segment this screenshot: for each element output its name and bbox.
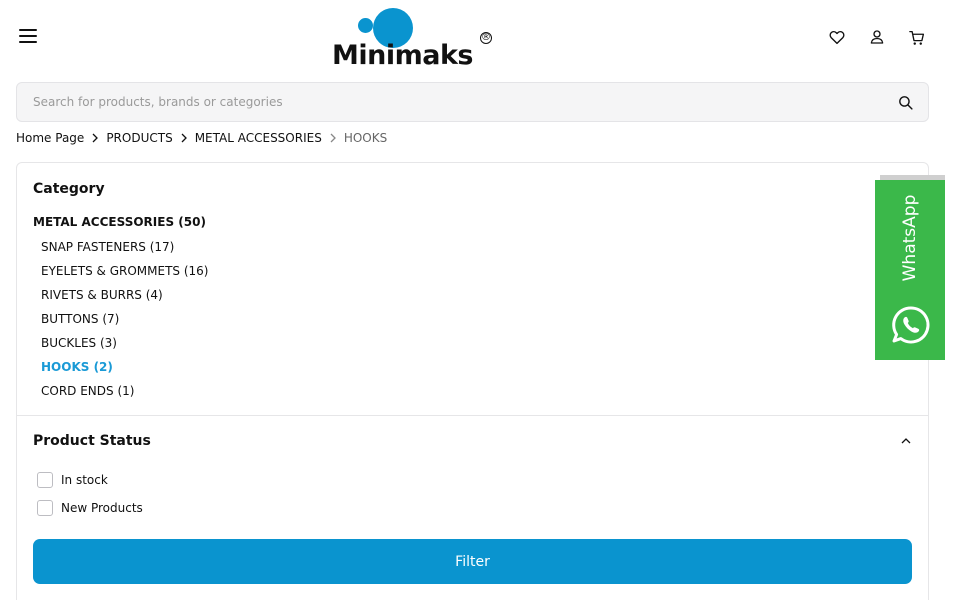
filter-button[interactable]: Filter [33,539,912,584]
brand-logo[interactable]: Minimaks ® [332,6,502,71]
category-item-active[interactable]: HOOKS (2) [41,359,208,383]
category-item[interactable]: RIVETS & BURRS (4) [41,287,208,311]
category-parent-link[interactable]: METAL ACCESSORIES (50) [33,215,206,229]
whatsapp-label: WhatsApp [900,194,920,282]
category-list: SNAP FASTENERS (17) EYELETS & GROMMETS (… [41,239,208,407]
filter-panel: Category METAL ACCESSORIES (50) SNAP FAS… [16,162,929,600]
category-item[interactable]: BUCKLES (3) [41,335,208,359]
category-item[interactable]: CORD ENDS (1) [41,383,208,407]
category-item[interactable]: BUTTONS (7) [41,311,208,335]
registered-mark: ® [480,32,492,44]
category-item[interactable]: EYELETS & GROMMETS (16) [41,263,208,287]
checkbox-label: New Products [61,501,143,515]
in-stock-checkbox[interactable]: In stock [37,471,108,489]
breadcrumb-current: HOOKS [343,131,388,145]
hamburger-menu-icon[interactable] [18,26,40,46]
user-icon[interactable] [868,28,886,46]
search-icon[interactable] [897,94,914,111]
chevron-right-icon [92,133,99,143]
search-input[interactable] [33,83,883,121]
chevron-right-icon [181,133,187,143]
checkbox-box[interactable] [37,500,53,516]
category-item[interactable]: SNAP FASTENERS (17) [41,239,208,263]
cart-icon[interactable] [908,29,926,47]
chevron-up-icon[interactable] [900,435,912,447]
section-divider [17,415,928,416]
brand-name: Minimaks [332,40,473,71]
whatsapp-icon [892,306,930,344]
product-status-title: Product Status [33,433,151,449]
heart-icon[interactable] [828,28,846,46]
search-bar [16,82,929,122]
breadcrumb-metal-accessories[interactable]: METAL ACCESSORIES [195,131,322,145]
chevron-right-icon [330,133,336,143]
category-title: Category [33,181,105,197]
site-header: Minimaks ® [0,0,960,78]
checkbox-label: In stock [61,473,108,487]
breadcrumb: Home Page PRODUCTS METAL ACCESSORIES HOO… [16,130,387,146]
breadcrumb-home[interactable]: Home Page [16,131,84,145]
whatsapp-button[interactable]: WhatsApp [875,180,945,360]
checkbox-box[interactable] [37,472,53,488]
new-products-checkbox[interactable]: New Products [37,499,143,517]
logo-dot-small [358,18,373,33]
breadcrumb-products[interactable]: PRODUCTS [106,131,172,145]
